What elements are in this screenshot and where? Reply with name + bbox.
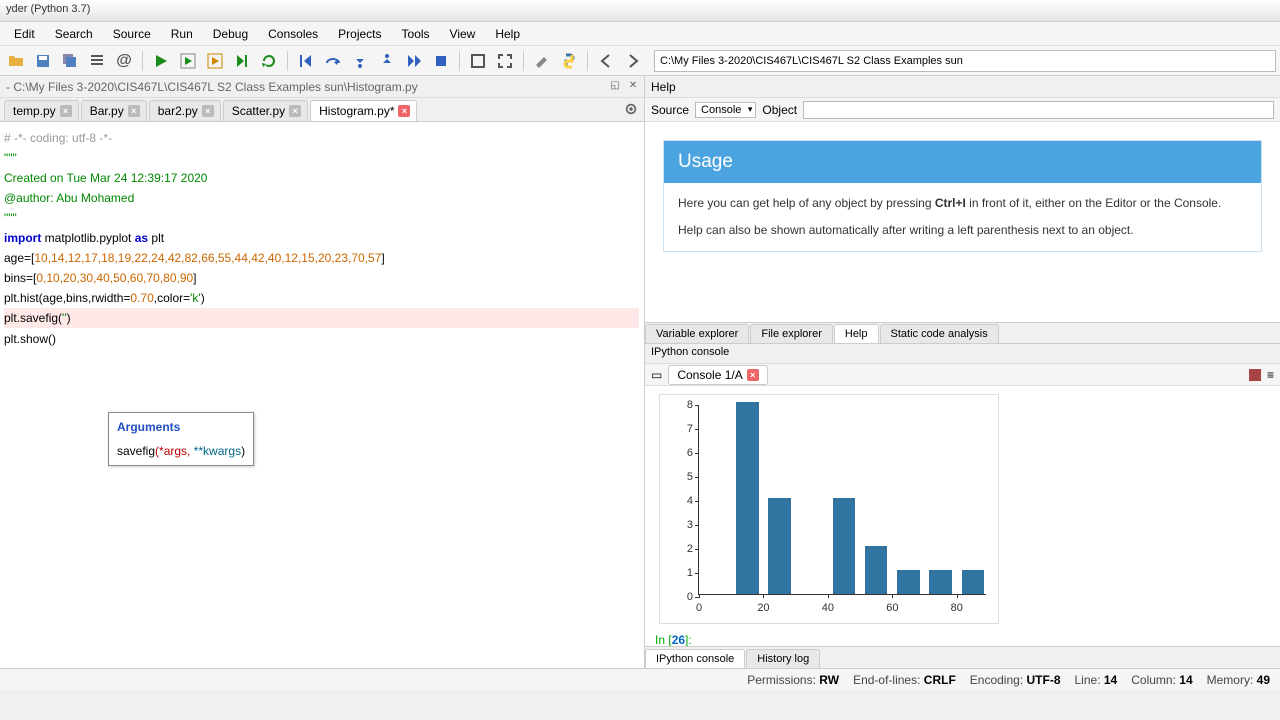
editor-tabs: temp.py× Bar.py× bar2.py× Scatter.py× Hi… xyxy=(0,98,644,122)
menu-debug[interactable]: Debug xyxy=(203,24,258,44)
ipython-title: IPython console xyxy=(645,344,1280,364)
right-pane-tabs: Variable explorer File explorer Help Sta… xyxy=(645,322,1280,344)
step-out-icon[interactable] xyxy=(375,49,399,73)
run-cell-icon[interactable] xyxy=(176,49,200,73)
maximize-icon[interactable] xyxy=(466,49,490,73)
menu-edit[interactable]: Edit xyxy=(4,24,45,44)
list-icon[interactable] xyxy=(85,49,109,73)
help-body: Usage Here you can get help of any objec… xyxy=(645,122,1280,322)
stop-console-icon[interactable] xyxy=(1249,369,1261,381)
tab-static-analysis[interactable]: Static code analysis xyxy=(880,324,999,343)
source-select[interactable]: Console xyxy=(695,102,756,118)
save-all-icon[interactable] xyxy=(58,49,82,73)
close-tab-icon[interactable]: × xyxy=(398,105,410,117)
help-controls: Source Console Object xyxy=(645,98,1280,122)
toolbar: @ C:\My Files 3-2020\CIS467L\CIS467L S2 … xyxy=(0,46,1280,76)
close-tab-icon[interactable]: × xyxy=(60,105,72,117)
console-menu-icon[interactable]: ▭ xyxy=(651,368,662,382)
menu-projects[interactable]: Projects xyxy=(328,24,391,44)
menu-run[interactable]: Run xyxy=(161,24,203,44)
tab-scatter[interactable]: Scatter.py× xyxy=(223,100,308,121)
python-path-icon[interactable] xyxy=(557,49,581,73)
code-editor[interactable]: # -*- coding: utf-8 -*- """ Created on T… xyxy=(0,122,644,668)
bottom-tabs: IPython console History log xyxy=(645,646,1280,668)
close-icon[interactable]: ✕ xyxy=(626,78,640,92)
ipython-body[interactable]: 012345678020406080 In [26]: xyxy=(645,386,1280,646)
tab-temp[interactable]: temp.py× xyxy=(4,100,79,121)
undock-icon[interactable]: ◱ xyxy=(608,78,622,92)
source-label: Source xyxy=(651,103,689,117)
close-tab-icon[interactable]: × xyxy=(289,105,301,117)
close-console-icon[interactable]: × xyxy=(747,369,759,381)
at-icon[interactable]: @ xyxy=(112,49,136,73)
run-selection-icon[interactable] xyxy=(230,49,254,73)
stop-icon[interactable] xyxy=(429,49,453,73)
debug-first-icon[interactable] xyxy=(294,49,318,73)
working-dir-input[interactable]: C:\My Files 3-2020\CIS467L\CIS467L S2 Cl… xyxy=(654,50,1276,72)
menu-view[interactable]: View xyxy=(440,24,486,44)
options-icon[interactable]: ≡ xyxy=(1267,368,1274,382)
menu-help[interactable]: Help xyxy=(485,24,530,44)
rerun-icon[interactable] xyxy=(257,49,281,73)
tab-bar2[interactable]: bar2.py× xyxy=(149,100,221,121)
back-icon[interactable] xyxy=(594,49,618,73)
tab-ipython-console[interactable]: IPython console xyxy=(645,649,745,668)
step-over-icon[interactable] xyxy=(321,49,345,73)
calltip-tooltip: Arguments savefig(*args, **kwargs) xyxy=(108,412,254,466)
preferences-icon[interactable] xyxy=(530,49,554,73)
editor-breadcrumb: - C:\My Files 3-2020\CIS467L\CIS467L S2 … xyxy=(0,76,644,98)
usage-heading: Usage xyxy=(664,141,1261,183)
step-into-icon[interactable] xyxy=(348,49,372,73)
run-icon[interactable] xyxy=(149,49,173,73)
histogram-chart: 012345678020406080 xyxy=(659,394,999,624)
ipython-prompt: In [26]: xyxy=(651,632,1274,646)
open-icon[interactable] xyxy=(4,49,28,73)
menu-tools[interactable]: Tools xyxy=(392,24,440,44)
menu-source[interactable]: Source xyxy=(103,24,161,44)
tab-help[interactable]: Help xyxy=(834,324,879,343)
continue-icon[interactable] xyxy=(402,49,426,73)
save-icon[interactable] xyxy=(31,49,55,73)
help-pane-title: Help xyxy=(645,76,1280,98)
status-bar: Permissions: RW End-of-lines: CRLF Encod… xyxy=(0,668,1280,690)
menu-bar: Edit Search Source Run Debug Consoles Pr… xyxy=(0,22,1280,46)
tab-histogram[interactable]: Histogram.py*× xyxy=(310,100,417,121)
object-input[interactable] xyxy=(803,101,1274,119)
fullscreen-icon[interactable] xyxy=(493,49,517,73)
tab-file-explorer[interactable]: File explorer xyxy=(750,324,833,343)
menu-consoles[interactable]: Consoles xyxy=(258,24,328,44)
tab-history-log[interactable]: History log xyxy=(746,649,820,668)
menu-search[interactable]: Search xyxy=(45,24,103,44)
run-cell-advance-icon[interactable] xyxy=(203,49,227,73)
console-tab[interactable]: Console 1/A× xyxy=(668,365,767,385)
close-tab-icon[interactable]: × xyxy=(202,105,214,117)
object-label: Object xyxy=(762,103,797,117)
tab-variable-explorer[interactable]: Variable explorer xyxy=(645,324,749,343)
forward-icon[interactable] xyxy=(621,49,645,73)
title-bar: yder (Python 3.7) xyxy=(0,0,1280,22)
close-tab-icon[interactable]: × xyxy=(128,105,140,117)
gear-icon[interactable] xyxy=(624,102,638,119)
tab-bar[interactable]: Bar.py× xyxy=(81,100,147,121)
